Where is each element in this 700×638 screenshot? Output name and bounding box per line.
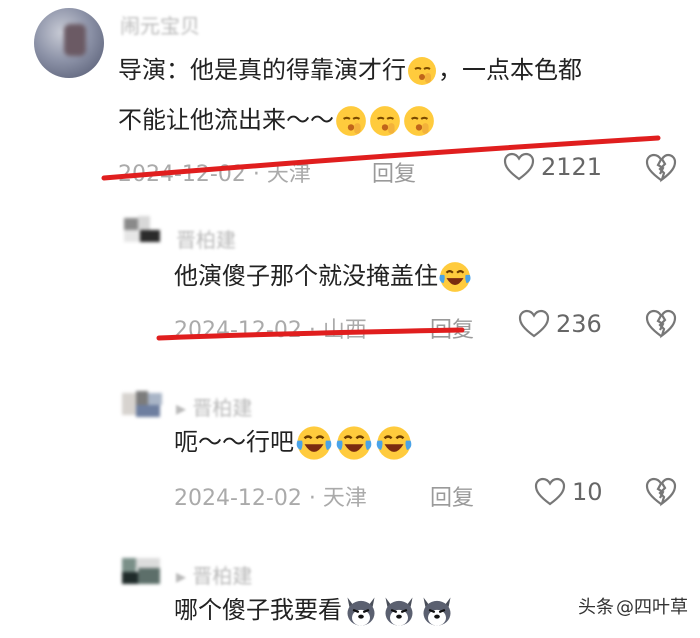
dislike-button[interactable]	[645, 309, 677, 343]
husky-dog-emoji	[385, 597, 413, 626]
heart-icon	[534, 477, 566, 506]
user-avatar[interactable]	[120, 214, 164, 244]
like-count: 10	[572, 478, 603, 506]
dislike-button[interactable]	[645, 477, 677, 511]
reply-button[interactable]: 回复	[430, 480, 474, 512]
shushing-face-emoji	[408, 57, 436, 85]
tears-of-joy-emoji	[336, 426, 372, 460]
like-count: 236	[556, 310, 602, 338]
user-avatar[interactable]	[120, 389, 164, 419]
like-button[interactable]: 10	[534, 477, 603, 507]
user-avatar[interactable]	[120, 556, 164, 586]
comment-text: 哪个傻子我要看	[174, 582, 456, 638]
comment-date-location: 2024-12-02 · 天津	[174, 486, 367, 511]
broken-heart-icon	[645, 477, 677, 507]
watermark-handle: @四叶草	[616, 597, 688, 618]
user-avatar[interactable]	[34, 8, 104, 78]
watermark: 头条 @四叶草	[578, 593, 688, 619]
husky-dog-emoji	[423, 597, 451, 626]
tears-of-joy-emoji	[439, 262, 471, 292]
comment-username[interactable]: 闹元宝贝	[120, 10, 200, 39]
like-button[interactable]: 236	[518, 309, 602, 339]
red-underline-annotation	[156, 327, 465, 341]
husky-dog-emoji	[347, 597, 375, 626]
watermark-platform: 头条	[578, 597, 614, 618]
broken-heart-icon	[645, 309, 677, 339]
comment-text: 呃～～行吧	[174, 414, 414, 470]
heart-icon	[518, 309, 550, 338]
tears-of-joy-emoji	[296, 426, 332, 460]
red-underline-annotation	[101, 135, 661, 181]
tears-of-joy-emoji	[376, 426, 412, 460]
comment-text: 导演：他是真的得靠演才行 ，一点本色都	[118, 42, 582, 98]
comment-text: 他演傻子那个就没掩盖住	[174, 248, 472, 304]
